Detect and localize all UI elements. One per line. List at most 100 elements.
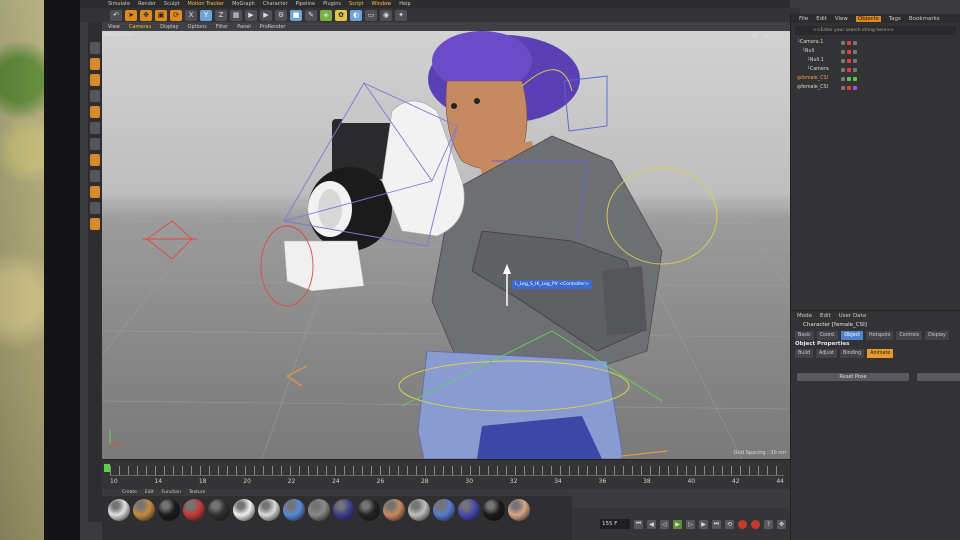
polygons-mode-icon[interactable] <box>90 122 100 134</box>
vp-menu-cameras[interactable]: Cameras <box>129 24 151 30</box>
floor-icon[interactable]: ▭ <box>365 9 377 21</box>
material-swatch[interactable] <box>108 499 130 521</box>
autokey-icon[interactable] <box>751 519 760 529</box>
select-tool-icon[interactable]: ➤ <box>125 9 137 21</box>
menu-character[interactable]: Character <box>263 1 288 7</box>
vp-menu-panel[interactable]: Panel <box>237 24 251 30</box>
current-frame-field[interactable]: 155 F <box>600 519 630 529</box>
visibility-dot[interactable] <box>841 40 845 45</box>
subtab-animate[interactable]: Animate <box>867 349 894 358</box>
mat-menu-create[interactable]: Create <box>122 490 137 495</box>
object-row[interactable]: ◍ female_CSI <box>791 83 960 92</box>
om-menu-tags[interactable]: Tags <box>889 16 901 22</box>
material-swatch[interactable] <box>358 499 380 521</box>
sculpt-icon[interactable] <box>90 218 100 230</box>
workplane-icon[interactable] <box>90 74 100 86</box>
snap-icon[interactable] <box>90 170 100 182</box>
reset-pose-button[interactable]: Reset Pose <box>797 373 909 381</box>
search-input[interactable]: <<Enter your search string here>> <box>795 26 956 35</box>
mat-menu-function[interactable]: Function <box>162 490 181 495</box>
visibility-dot[interactable] <box>847 67 851 72</box>
tab-object[interactable]: Object <box>841 331 864 340</box>
axis-z-icon[interactable]: Z <box>215 9 227 21</box>
menu-render[interactable]: Render <box>138 1 156 7</box>
subtab-adjust[interactable]: Adjust <box>816 349 838 358</box>
subtab-build[interactable]: Build <box>795 349 814 358</box>
camera-icon[interactable]: ◉ <box>380 9 392 21</box>
extra-button[interactable] <box>917 373 960 381</box>
visibility-dot[interactable] <box>841 76 845 81</box>
axis-mode-icon[interactable] <box>90 138 100 150</box>
material-swatch[interactable] <box>208 499 230 521</box>
menu-motion-tracker[interactable]: Motion Tracker <box>188 1 225 7</box>
tab-controls[interactable]: Controls <box>896 331 923 340</box>
material-swatch[interactable] <box>283 499 305 521</box>
3d-viewport[interactable]: L_Leg_S_IK_Leg_PV <Controller> Grid Spac… <box>102 31 792 459</box>
next-frame-icon[interactable]: ▷ <box>686 519 695 529</box>
visibility-dot[interactable] <box>847 49 851 54</box>
timeline[interactable]: 10 14 18 20 22 24 26 28 30 32 34 36 38 4… <box>102 459 792 489</box>
visibility-dot[interactable] <box>841 58 845 63</box>
om-menu-objects[interactable]: Objects <box>855 15 881 22</box>
cube-icon[interactable]: ■ <box>290 9 302 21</box>
tab-hotspots[interactable]: Hotspots <box>866 331 894 340</box>
prev-frame-icon[interactable]: ◁ <box>660 519 669 529</box>
material-swatch[interactable] <box>483 499 505 521</box>
loop-icon[interactable]: ⟲ <box>725 519 734 529</box>
points-mode-icon[interactable] <box>90 90 100 102</box>
material-swatch[interactable] <box>408 499 430 521</box>
go-to-end-icon[interactable]: ⏭ <box>712 519 721 529</box>
material-swatch[interactable] <box>508 499 530 521</box>
visibility-dot[interactable] <box>841 67 845 72</box>
maximize-icon[interactable]: ▢ <box>774 32 781 40</box>
go-to-start-icon[interactable]: ⏮ <box>634 519 643 529</box>
keyframe-selection-icon[interactable]: ? <box>764 519 773 529</box>
render-view-icon[interactable]: ▶ <box>245 9 257 21</box>
timeline-ruler[interactable] <box>110 466 784 476</box>
subtab-binding[interactable]: Binding <box>840 349 865 358</box>
visibility-dot[interactable] <box>853 67 857 72</box>
zoom-icon[interactable]: ⊕ <box>763 32 769 40</box>
scale-tool-icon[interactable]: ▣ <box>155 9 167 21</box>
prev-key-icon[interactable]: ◀ <box>647 519 656 529</box>
visibility-dot[interactable] <box>853 76 857 81</box>
solo-icon[interactable] <box>90 202 100 214</box>
material-swatch[interactable] <box>333 499 355 521</box>
coordinate-system-icon[interactable]: ▦ <box>230 9 242 21</box>
visibility-dot[interactable] <box>853 58 857 63</box>
move-key-icon[interactable]: ✥ <box>777 519 786 529</box>
menu-window[interactable]: Window <box>372 1 392 7</box>
pan-icon[interactable]: ✥ <box>752 32 758 40</box>
tab-display[interactable]: Display <box>925 331 949 340</box>
menu-mograph[interactable]: MoGraph <box>232 1 255 7</box>
om-menu-file[interactable]: File <box>799 16 808 22</box>
next-key-icon[interactable]: ▶ <box>699 519 708 529</box>
visibility-dot[interactable] <box>853 49 857 54</box>
visibility-dot[interactable] <box>841 85 845 90</box>
tweak-mode-icon[interactable] <box>90 154 100 166</box>
object-row[interactable]: └ Camera <box>791 65 960 74</box>
material-swatch[interactable] <box>233 499 255 521</box>
menu-script[interactable]: Script <box>349 1 364 7</box>
am-menu-user-data[interactable]: User Data <box>839 313 866 319</box>
object-row[interactable]: ◍ female_CSI <box>791 74 960 83</box>
deformer-icon[interactable]: ◐ <box>350 9 362 21</box>
render-settings-icon[interactable]: ⚙ <box>275 9 287 21</box>
visibility-dot[interactable] <box>847 58 851 63</box>
material-swatch[interactable] <box>308 499 330 521</box>
vp-menu-filter[interactable]: Filter <box>216 24 228 30</box>
material-swatch[interactable] <box>458 499 480 521</box>
pen-icon[interactable]: ✎ <box>305 9 317 21</box>
visibility-dot[interactable] <box>847 40 851 45</box>
rotate-tool-icon[interactable]: ⟳ <box>170 9 182 21</box>
move-tool-icon[interactable]: ✥ <box>140 9 152 21</box>
play-icon[interactable]: ▶ <box>673 519 682 529</box>
workplane-lock-icon[interactable] <box>90 186 100 198</box>
vp-menu-display[interactable]: Display <box>160 24 178 30</box>
tab-basic[interactable]: Basic <box>795 331 814 340</box>
visibility-dot[interactable] <box>841 49 845 54</box>
material-swatch[interactable] <box>133 499 155 521</box>
material-swatch[interactable] <box>158 499 180 521</box>
material-swatch[interactable] <box>258 499 280 521</box>
mat-menu-edit[interactable]: Edit <box>145 490 154 495</box>
